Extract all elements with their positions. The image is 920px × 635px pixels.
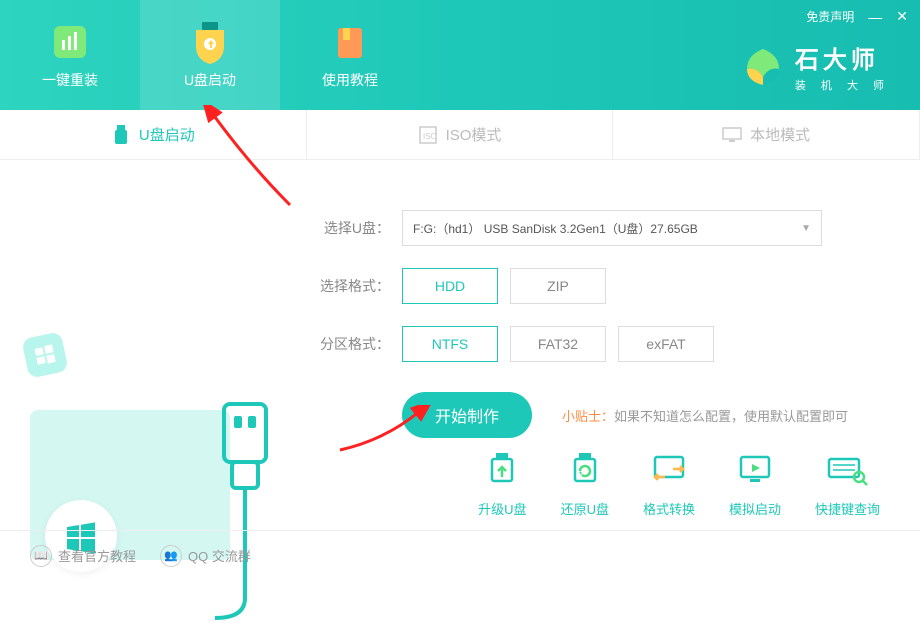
tool-upgrade-usb[interactable]: 升级U盘 (478, 447, 526, 518)
header: 一键重装 U盘启动 使用教程 免责声明 — ✕ 石大师 装 机 大 师 (0, 0, 920, 110)
footer-link-label: QQ 交流群 (188, 546, 251, 565)
qq-icon: 👥 (160, 545, 182, 567)
footer-link-label: 查看官方教程 (58, 546, 136, 565)
minimize-button[interactable]: — (868, 9, 882, 25)
tool-simulate-boot[interactable]: 模拟启动 (729, 447, 781, 518)
upgrade-usb-icon (480, 447, 524, 491)
tool-shortcut-lookup[interactable]: 快捷键查询 (815, 447, 880, 518)
disclaimer-link[interactable]: 免责声明 (806, 8, 854, 25)
usb-icon (111, 125, 131, 145)
brand-subtitle: 装 机 大 师 (795, 77, 890, 93)
tip-label: 小贴士： (562, 409, 614, 424)
close-button[interactable]: ✕ (896, 8, 908, 25)
disk-select[interactable]: F:G:（hd1） USB SanDisk 3.2Gen1（U盘）27.65GB (402, 210, 822, 246)
monitor-icon (722, 125, 742, 145)
partition-option-exfat[interactable]: exFAT (618, 326, 714, 362)
tip-text: 小贴士：如果不知道怎么配置，使用默认配置即可 (562, 406, 848, 425)
tool-label: 快捷键查询 (815, 499, 880, 518)
tool-label: 格式转换 (643, 499, 695, 518)
footer: 📖 查看官方教程 👥 QQ 交流群 (0, 530, 920, 580)
format-option-hdd[interactable]: HDD (402, 268, 498, 304)
book-small-icon: 📖 (30, 545, 52, 567)
nav-reinstall[interactable]: 一键重装 (0, 0, 140, 110)
brand: 石大师 装 机 大 师 (741, 40, 890, 93)
tool-label: 升级U盘 (478, 499, 526, 518)
windows-badge-icon (21, 331, 68, 378)
simulate-icon (733, 447, 777, 491)
partition-option-fat32[interactable]: FAT32 (510, 326, 606, 362)
disk-value: F:G:（hd1） USB SanDisk 3.2Gen1（U盘）27.65GB (413, 220, 698, 237)
tab-label: U盘启动 (139, 124, 195, 145)
restore-usb-icon (563, 447, 607, 491)
nav-label: 使用教程 (322, 70, 378, 90)
footer-qq-link[interactable]: 👥 QQ 交流群 (160, 545, 251, 567)
format-option-zip[interactable]: ZIP (510, 268, 606, 304)
tool-label: 还原U盘 (561, 499, 609, 518)
usb-cable-icon (210, 400, 290, 635)
disk-label: 选择U盘： (310, 218, 390, 238)
usb-shield-icon (188, 20, 232, 64)
keyboard-search-icon (825, 447, 869, 491)
tab-usb-boot[interactable]: U盘启动 (0, 110, 307, 159)
book-icon (328, 20, 372, 64)
bar-chart-icon (48, 20, 92, 64)
partition-label: 分区格式： (310, 334, 390, 354)
tab-local[interactable]: 本地模式 (613, 110, 920, 159)
tool-restore-usb[interactable]: 还原U盘 (561, 447, 609, 518)
start-button[interactable]: 开始制作 (402, 392, 532, 438)
partition-option-ntfs[interactable]: NTFS (402, 326, 498, 362)
tab-label: ISO模式 (446, 124, 502, 145)
svg-text:ISO: ISO (423, 132, 437, 141)
tool-row: 升级U盘 还原U盘 格式转换 模拟启动 快捷键查询 (478, 447, 880, 518)
nav-tutorial[interactable]: 使用教程 (280, 0, 420, 110)
nav-label: 一键重装 (42, 70, 98, 90)
tab-iso[interactable]: ISO ISO模式 (307, 110, 614, 159)
tool-format-convert[interactable]: 格式转换 (643, 447, 695, 518)
illustration (0, 160, 310, 530)
tab-label: 本地模式 (750, 124, 810, 145)
window-controls: 免责声明 — ✕ (806, 8, 908, 25)
footer-tutorial-link[interactable]: 📖 查看官方教程 (30, 545, 136, 567)
nav-usb-boot[interactable]: U盘启动 (140, 0, 280, 110)
convert-icon (647, 447, 691, 491)
tool-label: 模拟启动 (729, 499, 781, 518)
mode-tabs: U盘启动 ISO ISO模式 本地模式 (0, 110, 920, 160)
brand-title: 石大师 (795, 40, 890, 75)
nav-label: U盘启动 (184, 70, 236, 90)
iso-icon: ISO (418, 125, 438, 145)
format-label: 选择格式： (310, 276, 390, 296)
brand-logo-icon (741, 45, 785, 89)
